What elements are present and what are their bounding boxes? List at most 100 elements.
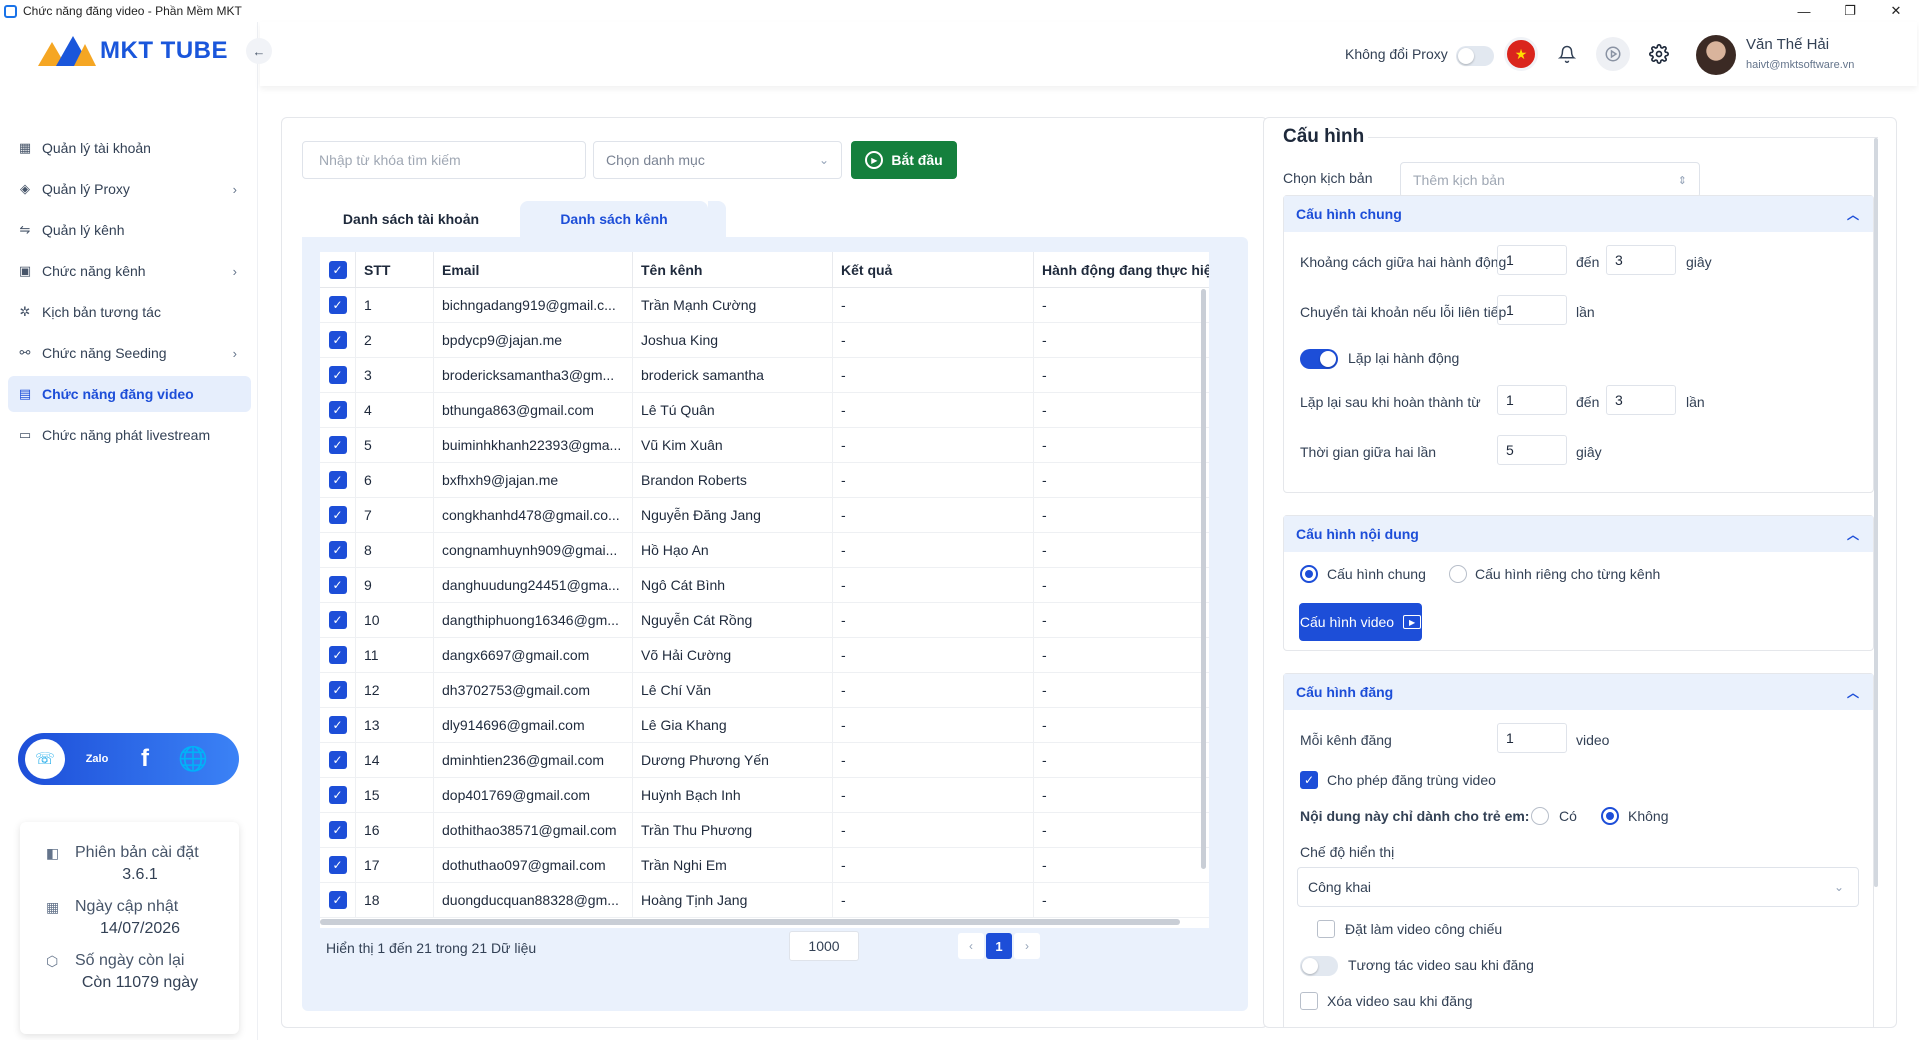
row-checkbox[interactable]: ✓	[328, 401, 347, 419]
delete-after-post-checkbox[interactable]	[1300, 992, 1318, 1010]
interact-after-post-toggle[interactable]	[1300, 956, 1338, 976]
vietnam-flag-icon[interactable]: ★	[1504, 37, 1538, 71]
close-icon[interactable]: ✕	[1873, 0, 1919, 22]
config-scrollbar[interactable]	[1874, 138, 1878, 887]
prev-page-icon[interactable]: ‹	[958, 933, 984, 959]
play-circle-icon[interactable]	[1596, 37, 1630, 71]
switch-account-input[interactable]: 1	[1497, 295, 1567, 325]
table-row[interactable]: ✓ 7 congkhanhd478@gmail.co... Nguyễn Đăng J…	[320, 498, 1209, 533]
general-config-header[interactable]: Cấu hình chung ︿	[1284, 196, 1873, 232]
col-result[interactable]: Kết quả	[833, 252, 1034, 287]
col-current-action[interactable]: Hành động đang thực hiện	[1034, 252, 1209, 287]
row-checkbox[interactable]: ✓	[328, 541, 347, 559]
table-row[interactable]: ✓ 11 dangx6697@gmail.com Võ Hải Cường - -	[320, 638, 1209, 673]
proxy-toggle[interactable]	[1456, 46, 1494, 66]
sidebar-item-8[interactable]: ▭ Chức năng phát livestream	[8, 417, 251, 453]
row-checkbox[interactable]: ✓	[328, 681, 347, 699]
vertical-scrollbar[interactable]	[1201, 289, 1206, 869]
settings-gear-icon[interactable]	[1642, 37, 1676, 71]
select-all-checkbox[interactable]: ✓	[328, 260, 347, 279]
row-checkbox[interactable]: ✓	[328, 611, 347, 629]
repeat-to-input[interactable]: 3	[1606, 385, 1676, 415]
bell-icon[interactable]	[1550, 37, 1584, 71]
scenario-select[interactable]: Thêm kịch bản ⇕	[1400, 162, 1700, 198]
tab-account-list[interactable]: Danh sách tài khoản	[302, 201, 520, 237]
sidebar-item-1[interactable]: ▦ Quản lý tài khoản	[8, 130, 251, 166]
col-channel-name[interactable]: Tên kênh	[633, 252, 833, 287]
row-checkbox[interactable]: ✓	[328, 856, 347, 874]
start-button[interactable]: ▶ Bắt đầu	[851, 141, 957, 179]
post-config-header[interactable]: Cấu hình đăng ︿	[1284, 674, 1873, 710]
col-email[interactable]: Email	[434, 252, 633, 287]
allow-duplicate-checkbox[interactable]: ✓	[1300, 771, 1318, 789]
table-row[interactable]: ✓ 18 duongducquan88328@gm... Hoàng Tịnh Jan…	[320, 883, 1209, 918]
table-row[interactable]: ✓ 12 dh3702753@gmail.com Lê Chí Văn - -	[320, 673, 1209, 708]
row-checkbox[interactable]: ✓	[328, 786, 347, 804]
table-row[interactable]: ✓ 3 brodericksamantha3@gm... broderick sama…	[320, 358, 1209, 393]
restore-icon[interactable]: ❐	[1827, 0, 1873, 22]
interval-from-input[interactable]: 1	[1497, 245, 1567, 275]
table-row[interactable]: ✓ 14 dminhtien236@gmail.com Dương Phương Yế…	[320, 743, 1209, 778]
next-page-icon[interactable]: ›	[1014, 933, 1040, 959]
display-mode-select[interactable]: Công khai ⌄	[1297, 867, 1859, 907]
chevron-up-icon[interactable]: ︿	[1847, 684, 1859, 701]
row-checkbox[interactable]: ✓	[328, 366, 347, 384]
col-stt[interactable]: STT	[356, 252, 434, 287]
table-row[interactable]: ✓ 13 dly914696@gmail.com Lê Gia Khang - -	[320, 708, 1209, 743]
minimize-icon[interactable]: —	[1781, 0, 1827, 22]
sidebar-item-2[interactable]: ◈ Quản lý Proxy ›	[8, 171, 251, 207]
chevron-up-icon[interactable]: ︿	[1847, 526, 1859, 543]
row-checkbox[interactable]: ✓	[328, 471, 347, 489]
sidebar-item-7[interactable]: ▤ Chức năng đăng video	[8, 376, 251, 412]
table-row[interactable]: ✓ 17 dothuthao097@gmail.com Trần Nghi Em - -	[320, 848, 1209, 883]
table-row[interactable]: ✓ 6 bxfhxh9@jajan.me Brandon Roberts - -	[320, 463, 1209, 498]
video-config-button[interactable]: Cấu hình video ▶	[1299, 603, 1422, 641]
table-row[interactable]: ✓ 2 bpdycp9@jajan.me Joshua King - -	[320, 323, 1209, 358]
premiere-checkbox[interactable]	[1317, 920, 1335, 938]
sidebar-item-3[interactable]: ⇋ Quản lý kênh	[8, 212, 251, 248]
chevron-up-icon[interactable]: ︿	[1847, 206, 1859, 223]
collapse-sidebar-icon[interactable]: ←	[246, 38, 272, 64]
table-row[interactable]: ✓ 9 danghuudung24451@gma... Ngô Cát Bình - -	[320, 568, 1209, 603]
radio-kids-yes[interactable]	[1531, 807, 1549, 825]
table-row[interactable]: ✓ 1 bichngadang919@gmail.c... Trần Mạnh Cườ…	[320, 288, 1209, 323]
row-checkbox[interactable]: ✓	[328, 716, 347, 734]
content-config-header[interactable]: Cấu hình nội dung ︿	[1284, 516, 1873, 552]
table-row[interactable]: ✓ 10 dangthiphuong16346@gm... Nguyễn Cát Rồ…	[320, 603, 1209, 638]
facebook-icon[interactable]: f	[125, 739, 165, 779]
sidebar-item-5[interactable]: ✲ Kịch bản tương tác	[8, 294, 251, 330]
user-avatar[interactable]	[1696, 35, 1736, 75]
radio-per-channel-config[interactable]	[1449, 565, 1467, 583]
zalo-icon[interactable]: Zalo	[77, 739, 117, 779]
row-checkbox[interactable]: ✓	[328, 576, 347, 594]
table-row[interactable]: ✓ 15 dop401769@gmail.com Huỳnh Bạch Inh - -	[320, 778, 1209, 813]
table-row[interactable]: ✓ 16 dothithao38571@gmail.com Trần Thu Phươ…	[320, 813, 1209, 848]
globe-icon[interactable]: 🌐	[173, 739, 213, 779]
support-icon[interactable]: ☏	[25, 739, 65, 779]
row-checkbox[interactable]: ✓	[328, 506, 347, 524]
page-size-input[interactable]: 1000	[789, 931, 859, 961]
search-input[interactable]	[302, 141, 586, 179]
row-checkbox[interactable]: ✓	[328, 296, 347, 314]
row-checkbox[interactable]: ✓	[328, 331, 347, 349]
sidebar-item-6[interactable]: ⚯ Chức năng Seeding ›	[8, 335, 251, 371]
row-checkbox[interactable]: ✓	[328, 821, 347, 839]
category-select[interactable]: Chọn danh mục ⌄	[593, 141, 842, 179]
table-row[interactable]: ✓ 8 congnamhuynh909@gmai... Hồ Hạo An - -	[320, 533, 1209, 568]
table-row[interactable]: ✓ 4 bthunga863@gmail.com Lê Tú Quân - -	[320, 393, 1209, 428]
table-row[interactable]: ✓ 5 buiminhkhanh22393@gma... Vũ Kim Xuân - -	[320, 428, 1209, 463]
per-channel-input[interactable]: 1	[1497, 723, 1567, 753]
repeat-action-toggle[interactable]	[1300, 349, 1338, 369]
radio-kids-no[interactable]	[1601, 807, 1619, 825]
row-checkbox[interactable]: ✓	[328, 436, 347, 454]
sidebar-item-4[interactable]: ▣ Chức năng kênh ›	[8, 253, 251, 289]
row-checkbox[interactable]: ✓	[328, 751, 347, 769]
horizontal-scrollbar[interactable]	[320, 919, 1180, 925]
row-checkbox[interactable]: ✓	[328, 646, 347, 664]
page-button-current[interactable]: 1	[986, 933, 1012, 959]
radio-general-config[interactable]	[1300, 565, 1318, 583]
repeat-from-input[interactable]: 1	[1497, 385, 1567, 415]
tab-channel-list[interactable]: Danh sách kênh	[520, 201, 708, 237]
row-checkbox[interactable]: ✓	[328, 891, 347, 909]
wait-input[interactable]: 5	[1497, 435, 1567, 465]
